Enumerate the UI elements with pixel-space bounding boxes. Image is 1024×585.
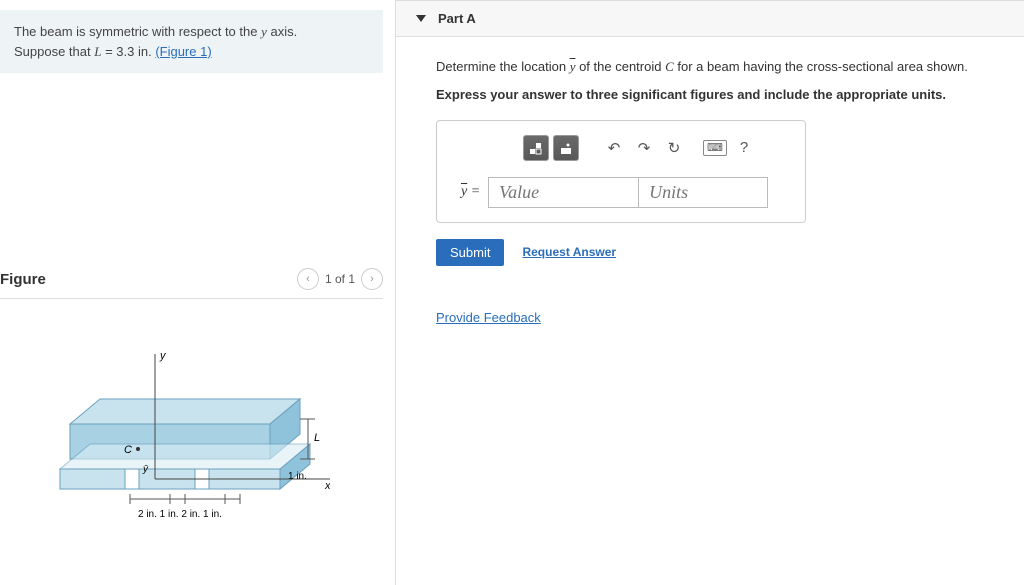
answer-toolbar: ↶ ↷ ↻ ⌨ ? — [453, 131, 789, 165]
provide-feedback-link[interactable]: Provide Feedback — [436, 310, 541, 325]
figure-title: Figure — [0, 271, 46, 288]
problem-statement: The beam is symmetric with respect to th… — [0, 10, 383, 73]
text: Suppose that — [14, 44, 94, 59]
question-text: Determine the location y of the centroid… — [436, 57, 994, 77]
text: axis. — [267, 24, 297, 39]
reset-button[interactable]: ↻ — [661, 135, 687, 161]
request-answer-link[interactable]: Request Answer — [522, 245, 616, 259]
c-symbol: C — [665, 59, 674, 74]
template-button-2[interactable] — [553, 135, 579, 161]
figure-image: y x C ȳ L 1 in. — [0, 329, 383, 552]
value-input[interactable] — [488, 177, 638, 208]
dim-bottom: 2 in. 1 in. 2 in. 1 in. — [138, 509, 222, 520]
answer-box: ↶ ↷ ↻ ⌨ ? y = — [436, 120, 806, 223]
units-input[interactable] — [638, 177, 768, 208]
answer-instructions: Express your answer to three significant… — [436, 87, 994, 102]
help-button[interactable]: ? — [731, 135, 757, 161]
part-title: Part A — [438, 11, 476, 26]
submit-button[interactable]: Submit — [436, 239, 504, 266]
dim-L: L — [314, 432, 320, 444]
eq-label: y = — [453, 177, 488, 208]
part-header[interactable]: Part A — [396, 0, 1024, 37]
figure-prev-button[interactable]: ‹ — [297, 268, 319, 290]
figure-counter: 1 of 1 — [325, 272, 355, 286]
template-button-1[interactable] — [523, 135, 549, 161]
undo-button[interactable]: ↶ — [601, 135, 627, 161]
redo-button[interactable]: ↷ — [631, 135, 657, 161]
dim-1in: 1 in. — [288, 471, 307, 482]
ybar-label: ȳ — [142, 464, 149, 475]
figure-next-button[interactable]: › — [361, 268, 383, 290]
axis-x-label: x — [324, 480, 330, 492]
axis-y-label: y — [159, 350, 167, 362]
text: = 3.3 in. — [101, 44, 155, 59]
figure-nav: ‹ 1 of 1 › — [297, 268, 383, 290]
figure-section: Figure ‹ 1 of 1 › — [0, 268, 395, 552]
collapse-icon — [416, 15, 426, 22]
figure-link[interactable]: (Figure 1) — [155, 44, 211, 59]
text: The beam is symmetric with respect to th… — [14, 24, 261, 39]
keyboard-button[interactable]: ⌨ — [703, 140, 727, 156]
centroid-label: C — [124, 444, 132, 456]
